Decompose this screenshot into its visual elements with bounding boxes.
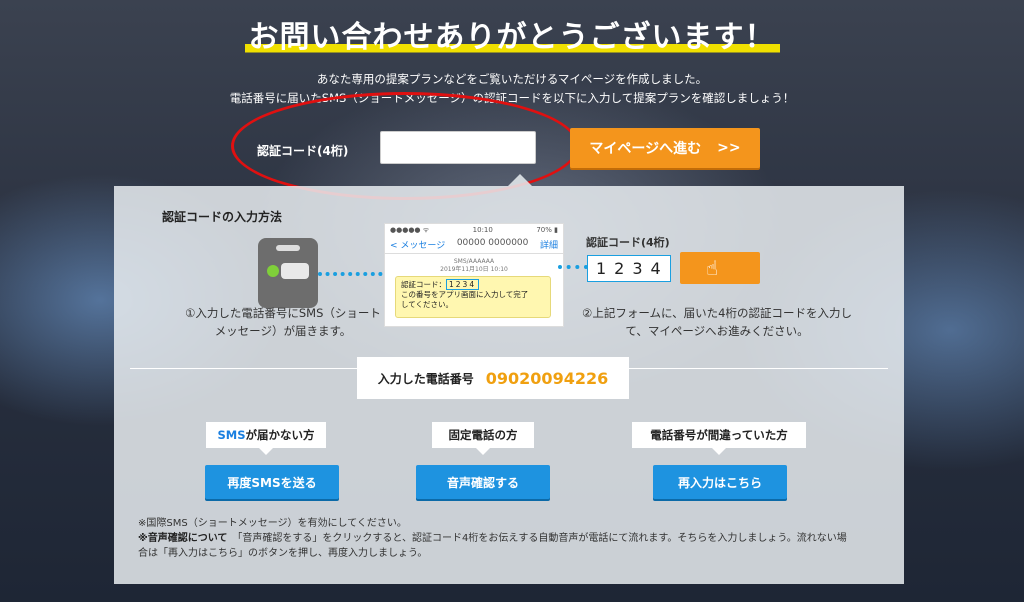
step2-line-1: ②上記フォームに、届いた4桁の認証コードを入力し [582,306,852,320]
mock-message-line2: この番号をアプリ画面に入力して完了 [401,290,529,299]
step1-line-2: メッセージ）が届きます。 [214,324,352,338]
phone-number-value: 09020094226 [485,368,609,388]
wrong-number-tag-suffix: が間違っていた方 [696,428,788,442]
sms-not-received-tag-suffix: が届かない方 [245,428,315,442]
mock-sender: SMS/AAAAAA 2019年11月10日 10:10 [385,258,563,274]
notes: ※国際SMS（ショートメッセージ）を有効にしてください。 ※音声確認について 「… [138,516,890,561]
panel-notch [508,174,532,186]
mock-sender-name: SMS/AAAAAA [453,258,495,265]
howto-title: 認証コードの入力方法 [162,210,283,224]
mock-status-right: 70% ▮ [536,226,558,234]
mock-back-link: < メッセージ [390,241,446,251]
sms-not-received-tag: SMS が届かない方 [206,422,326,455]
example-submit-button [680,252,760,284]
wrong-number-tag-prefix: 電話番号 [650,428,697,442]
mock-nav-number: 00000 0000000 [456,238,529,248]
step1-text: ①入力した電話番号にSMS（ショート メッセージ）が届きます。 [168,304,398,340]
mock-status-left: ●●●●● ᯤ [390,226,430,234]
step2-line-2: て、マイページへお進みください。 [625,324,809,338]
smartphone-icon [258,238,318,308]
page-title-text: お問い合わせありがとうございます！ [244,12,780,58]
go-to-mypage-label: マイページへ進む [589,141,702,157]
phone-number-box: 入力した電話番号 09020094226 [357,357,629,399]
landline-tag-prefix: 固定電話 [448,428,495,442]
mock-message-line3: してください。 [401,300,454,309]
sms-mock-screen: ●●●●● ᯤ 10:10 70% ▮ < メッセージ 00000 000000… [384,223,564,327]
example-code-box: 1234 [587,255,671,282]
pointer-hand-icon: ☝ [706,256,719,280]
landline-tag-suffix: の方 [494,428,518,442]
dotted-arrow-1 [318,272,390,276]
mock-message-prefix: 認証コード： [401,280,446,289]
step1-line-1: ①入力した電話番号にSMS（ショート [185,306,381,320]
note-line-2: 「音声確認をする」をクリックすると、認証コード4桁をお伝えする自動音声が電話にて… [227,533,847,544]
page-title: お問い合わせありがとうございます！ [0,12,1024,58]
auth-code-input[interactable] [380,131,536,164]
note-voice-heading: ※音声確認について [138,533,228,544]
mock-message-code: 1234 [446,279,480,290]
mock-detail-link: 詳細 [539,241,558,251]
instructions-panel: 認証コードの入力方法 ①入力した電話番号にSMS（ショート メッセージ）が届きま… [114,186,904,584]
dotted-arrow-2 [558,265,588,269]
go-to-mypage-button[interactable]: マイページへ進む >> [570,128,760,168]
mock-message-bubble: 認証コード： 1234 この番号をアプリ画面に入力して完了 してください。 [395,276,551,318]
subtitle-line-2: 電話番号に届いたSMS（ショートメッセージ）の認証コードを以下に入力して提案プラ… [229,91,795,105]
resend-sms-button[interactable]: 再度SMSを送る [205,465,339,499]
page-subtitle: あなた専用の提案プランなどをご覧いただけるマイページを作成しました。 電話番号に… [0,70,1024,108]
note-line-3: 合は「再入力はこちら」のボタンを押し、再度入力しましょう。 [138,548,428,559]
voice-confirm-button[interactable]: 音声確認する [416,465,550,499]
example-code-label: 認証コード(4桁) [586,236,670,249]
mock-status-time: 10:10 [472,226,493,234]
wrong-number-tag: 電話番号 が間違っていた方 [632,422,806,455]
mock-sender-time: 2019年11月10日 10:10 [440,266,508,273]
subtitle-line-1: あなた専用の提案プランなどをご覧いただけるマイページを作成しました。 [316,72,708,86]
step2-text: ②上記フォームに、届いた4桁の認証コードを入力し て、マイページへお進みください… [572,304,862,340]
mock-nav-bar: < メッセージ 00000 0000000 詳細 [385,237,563,254]
re-enter-button[interactable]: 再入力はこちら [653,465,787,499]
mock-status-bar: ●●●●● ᯤ 10:10 70% ▮ [385,224,563,237]
auth-code-label: 認証コード(4桁) [257,144,349,158]
landline-tag: 固定電話 の方 [432,422,534,455]
phone-number-label: 入力した電話番号 [377,371,474,386]
note-line-1: ※国際SMS（ショートメッセージ）を有効にしてください。 [138,518,407,529]
sms-not-received-tag-prefix: SMS [217,428,246,442]
double-chevron-icon: >> [717,140,741,156]
